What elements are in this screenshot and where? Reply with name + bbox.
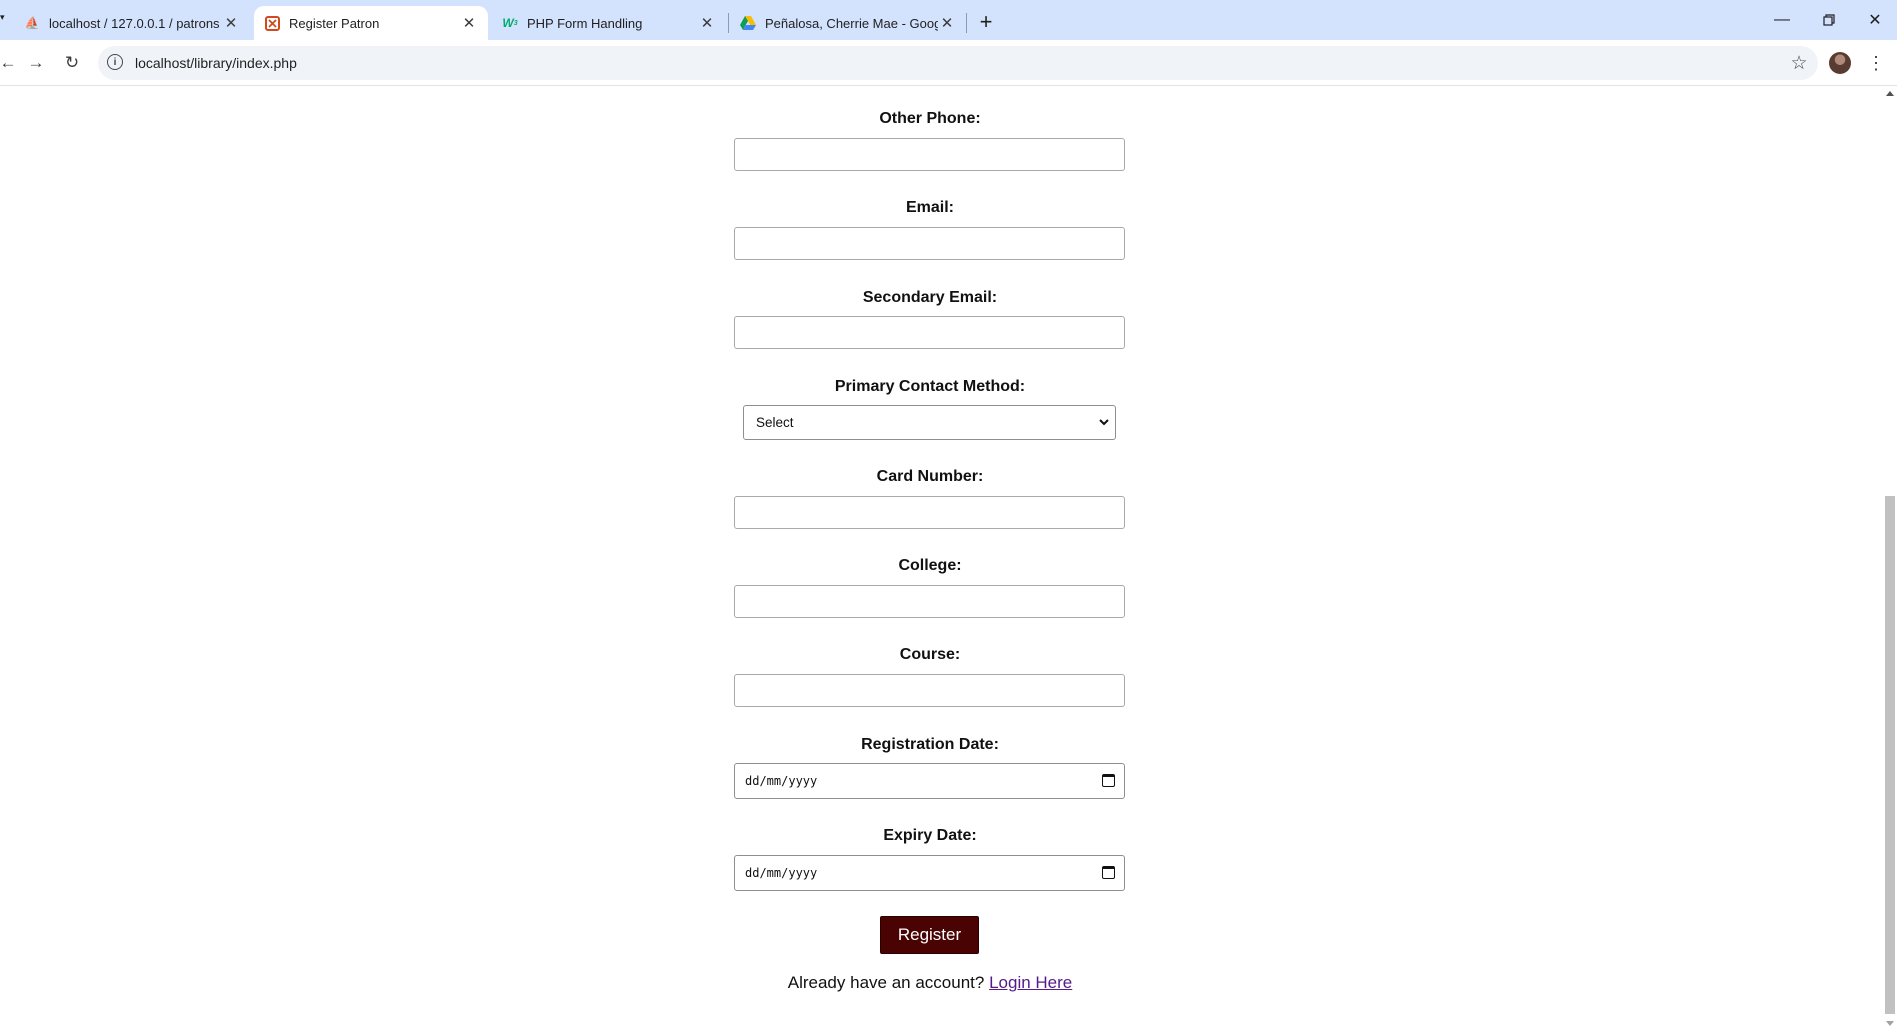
page-icon [264,15,280,31]
forward-icon[interactable]: → [22,49,50,77]
tab-search-icon[interactable]: ▾ [0,12,8,28]
site-info-icon[interactable]: i [107,54,123,70]
page-viewport: Other Phone: Email: Secondary Email: Pri… [0,87,1883,1031]
reload-icon[interactable]: ↻ [58,49,86,77]
address-bar[interactable]: i localhost/library/index.php ☆ [98,46,1818,80]
other-phone-input[interactable] [734,138,1125,171]
login-prompt: Already have an account? Login Here [0,973,1860,993]
scroll-down-arrow-icon[interactable] [1886,1021,1894,1026]
close-tab-icon[interactable]: ✕ [698,14,716,32]
card-number-label: Card Number: [876,468,984,485]
registration-date-input[interactable]: dd/mm/yyyy [734,763,1125,799]
expiry-date-input[interactable]: dd/mm/yyyy [734,855,1125,891]
other-phone-label: Other Phone: [879,110,981,127]
scroll-up-arrow-icon[interactable] [1886,91,1894,96]
secondary-email-input[interactable] [734,316,1125,349]
college-label: College: [898,557,962,574]
calendar-icon[interactable] [1102,866,1115,879]
tab-separator [966,13,967,33]
login-here-link[interactable]: Login Here [989,973,1072,992]
registration-date-label: Registration Date: [861,736,999,753]
primary-contact-method-select[interactable]: Select [743,405,1116,440]
tab-title: localhost / 127.0.0.1 / patrons | [49,15,222,31]
email-label: Email: [905,199,954,216]
tab-register-patron[interactable]: Register Patron ✕ [254,6,488,40]
tab-php-form-handling[interactable]: W3 PHP Form Handling ✕ [492,6,726,40]
url-text: localhost/library/index.php [135,55,297,71]
browser-toolbar: ← → ↻ i localhost/library/index.php ☆ ⋮ [0,40,1897,86]
chevron-down-icon [1099,415,1109,429]
course-label: Course: [899,646,961,663]
minimize-icon[interactable]: — [1759,0,1805,40]
college-input[interactable] [734,585,1125,618]
scrollbar-thumb[interactable] [1885,496,1895,1014]
secondary-email-label: Secondary Email: [862,289,998,306]
close-tab-icon[interactable]: ✕ [460,14,478,32]
card-number-input[interactable] [734,496,1125,529]
tab-strip: ▾ ⛵ localhost / 127.0.0.1 / patrons | ✕ … [0,0,1897,40]
expiry-date-label: Expiry Date: [883,827,977,844]
google-drive-icon [740,15,756,31]
course-input[interactable] [734,674,1125,707]
close-tab-icon[interactable]: ✕ [222,14,240,32]
primary-contact-method-label: Primary Contact Method: [834,378,1026,395]
back-icon[interactable]: ← [0,49,22,77]
date-placeholder: dd/mm/yyyy [745,774,818,788]
date-placeholder: dd/mm/yyyy [745,866,818,880]
browser-menu-icon[interactable]: ⋮ [1866,49,1886,77]
tab-phpmyadmin[interactable]: ⛵ localhost / 127.0.0.1 / patrons | ✕ [14,6,250,40]
phpmyadmin-icon: ⛵ [24,16,40,30]
calendar-icon[interactable] [1102,774,1115,787]
select-value: Select [756,415,794,430]
page-scrollbar[interactable] [1883,87,1897,1031]
tab-title: Register Patron [289,15,380,31]
register-button[interactable]: Register [880,916,979,954]
profile-avatar[interactable] [1829,52,1851,74]
login-prompt-text: Already have an account? [787,973,985,992]
w3schools-icon: W3 [502,16,518,30]
restore-icon[interactable] [1806,0,1852,40]
close-tab-icon[interactable]: ✕ [938,14,956,32]
tab-title: PHP Form Handling [527,15,643,31]
bookmark-star-icon[interactable]: ☆ [1786,50,1812,76]
new-tab-icon[interactable]: + [972,8,1000,36]
email-input[interactable] [734,227,1125,260]
tab-title: Peñalosa, Cherrie Mae - Google [765,15,938,31]
tab-google-drive[interactable]: Peñalosa, Cherrie Mae - Google ✕ [730,6,966,40]
tab-separator [728,13,729,33]
close-window-icon[interactable]: ✕ [1852,0,1897,40]
